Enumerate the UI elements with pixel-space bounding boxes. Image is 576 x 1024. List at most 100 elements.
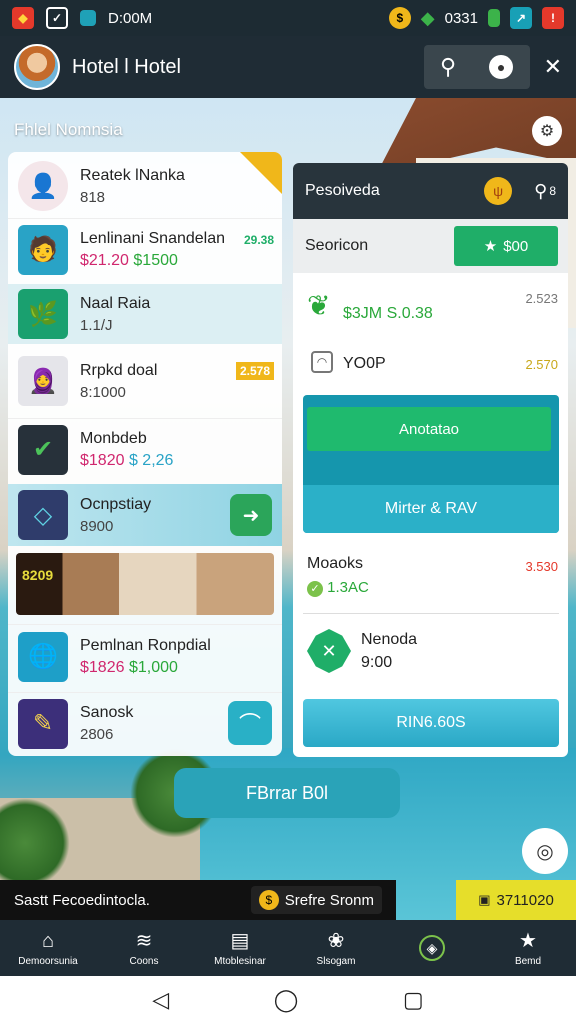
bookmark-icon[interactable] — [240, 152, 282, 194]
battery-icon — [488, 9, 500, 27]
check-circle-icon: ✓ — [307, 581, 323, 597]
primary-action-label: Anotatao — [398, 420, 460, 438]
list-item-name: Rrpkd doal — [80, 361, 158, 379]
nav-label: Slsogam — [316, 955, 356, 967]
nav-item-star[interactable]: ★ Bemd — [480, 920, 576, 976]
ticker-right: 3711020 — [496, 891, 554, 909]
panel-title: Pesoiveda — [305, 182, 380, 199]
chat-icon: ✓ — [46, 7, 68, 29]
bottom-panel-button[interactable]: RIN6.60S — [303, 699, 559, 747]
signal-icon: ◆ — [420, 7, 435, 28]
nav-item-book[interactable]: ▤ Mtoblesinar — [192, 920, 288, 976]
row2-label: YO0P — [343, 355, 386, 372]
coin-icon: $ — [258, 890, 279, 910]
page-subtitle: Fhlel Nomnsia — [14, 120, 123, 139]
back-icon[interactable]: ◁ — [152, 987, 169, 1013]
row3-value: ✓ 1.3AC — [307, 579, 369, 597]
list-item[interactable]: 🌿 Naal Raia 1.1/J — [8, 284, 282, 344]
paw-icon: ❀ — [327, 929, 345, 952]
primary-action-button[interactable]: Anotatao — [307, 407, 551, 451]
list-item[interactable]: 🧕 Rrpkd doal 8:1000 2.578 — [8, 350, 282, 412]
price-button[interactable]: ★ $00 — [454, 226, 558, 266]
price-new: $ 2,26 — [128, 451, 174, 469]
forward-icon[interactable]: ➜ — [230, 494, 272, 536]
status-bar: ◆ ✓ D:00M $ ◆ 0331 ↗ ! — [0, 0, 576, 36]
list-item-sub: 8900 — [80, 517, 114, 535]
row3-label: Moaoks — [307, 555, 364, 572]
notification-icon: ! — [542, 7, 564, 29]
home-icon: ⌂ — [41, 929, 55, 952]
price-new: $1,000 — [128, 658, 178, 676]
headset-icon[interactable]: ⌒ — [228, 701, 272, 745]
leaf-icon: ❦ — [307, 290, 331, 321]
leaf-icon: 🌿 — [18, 289, 68, 339]
check-icon: ✔ — [18, 424, 68, 475]
photo-caption: 8209 — [22, 567, 54, 583]
nav-label: Bemd — [514, 955, 542, 967]
nav-item-paw[interactable]: ❀ Slsogam — [288, 920, 384, 976]
price-old: $21.20 — [80, 251, 129, 269]
search-icon[interactable]: ⚲ — [440, 54, 456, 80]
nav-label: Mtoblesinar — [214, 955, 266, 967]
bottom-panel-button-label: RIN6.60S — [396, 714, 466, 731]
nav-item-wifi[interactable]: ≋ Coons — [96, 920, 192, 976]
ticker-chip[interactable]: $ Srefre Sronm — [250, 886, 382, 914]
panel-header: Pesoiveda ψ ⚲ 8 — [293, 163, 568, 219]
list-item[interactable]: 👤 Reatek lNanka 818 — [8, 152, 282, 214]
pin-icon[interactable]: ⚲ — [534, 181, 547, 202]
nav-item-compass[interactable]: ◈ — [384, 920, 480, 976]
ticker-left: Sastt Fecoedintocla. — [14, 891, 150, 909]
row3-value-text: 1.3AC — [327, 579, 369, 596]
list-item-name: Naal Raia — [80, 294, 151, 312]
ticker-right-box[interactable]: ▣ 3711020 — [456, 880, 576, 920]
wifi-icon: ≋ — [135, 929, 153, 952]
price-new: $1500 — [133, 251, 178, 269]
settings-icon[interactable]: ⚙ — [532, 116, 562, 146]
badge-icon: ✕ — [307, 629, 351, 673]
list-item[interactable]: 🧑 Lenlinani Snandelan $21.20 $1500 29.38 — [8, 218, 282, 280]
app-logo-icon: ◆ — [12, 7, 34, 29]
star-icon: ★ — [519, 929, 537, 952]
row4-value: 9:00 — [361, 654, 393, 671]
list-item-sub: 2806 — [80, 726, 114, 743]
list-item[interactable]: ◇ Ocnpstiay 8900 ➜ — [8, 484, 282, 546]
ticker-mid: Srefre Sronm — [284, 891, 374, 909]
row4-label: Nenoda — [361, 631, 418, 648]
ticker-bar: Sastt Fecoedintocla. $ Srefre Sronm — [0, 880, 396, 920]
nav-item-home[interactable]: ⌂ Demoorsunia — [0, 920, 96, 976]
status-time: D:00M — [108, 9, 153, 27]
row1-value: $3JM S.0.38 — [343, 305, 433, 322]
dial-icon[interactable]: ◎ — [522, 828, 568, 874]
header-toolbox: ⚲ ● — [423, 45, 530, 89]
flame-icon[interactable]: ψ — [484, 177, 513, 205]
nav-label: Demoorsunia — [18, 955, 78, 967]
avatar[interactable] — [14, 44, 60, 90]
hotel-list: 👤 Reatek lNanka 818 🧑 Lenlinani Snandela… — [8, 152, 282, 756]
list-item-name: Sanosk — [80, 704, 134, 721]
list-item-sub: 818 — [80, 188, 106, 206]
secondary-action-button[interactable]: Mirter & RAV — [303, 485, 559, 533]
row1-num: 2.523 — [525, 291, 558, 306]
share-icon: ↗ — [510, 7, 532, 29]
recents-icon[interactable]: ▢ — [403, 987, 424, 1013]
list-item[interactable]: ✔ Monbdeb $1820 $ 2,26 — [8, 418, 282, 480]
list-item-thumbnail: 🧑 — [18, 224, 68, 275]
screen-icon — [80, 10, 96, 26]
row3-num: 3.530 — [525, 559, 558, 574]
main-action-button[interactable]: FBrrar B0l — [174, 768, 400, 818]
lounge-photo: 8209 — [16, 553, 274, 615]
status-right-text: 0331 — [444, 9, 478, 27]
list-item-thumbnail: 👤 — [18, 161, 68, 211]
receipt-icon: ▣ — [478, 892, 491, 907]
list-item-image[interactable]: 8209 — [8, 550, 282, 618]
compass-icon: ◈ — [419, 935, 445, 961]
close-icon[interactable]: ✕ — [544, 54, 562, 80]
list-item-name: Lenlinani Snandelan — [80, 229, 226, 247]
list-item[interactable]: 🌐 Pemlnan Ronpdial $1826 $1,000 — [8, 624, 282, 688]
location-icon[interactable]: ● — [489, 55, 514, 79]
globe-icon: 🌐 — [18, 631, 68, 682]
list-item[interactable]: ✎ Sanosk 2806 ⌒ — [8, 692, 282, 754]
list-item-sub: 1.1/J — [80, 316, 113, 334]
bottom-nav: ⌂ Demoorsunia ≋ Coons ▤ Mtoblesinar ❀ Slsoga… — [0, 920, 576, 976]
home-button-icon[interactable]: ◯ — [274, 987, 299, 1013]
